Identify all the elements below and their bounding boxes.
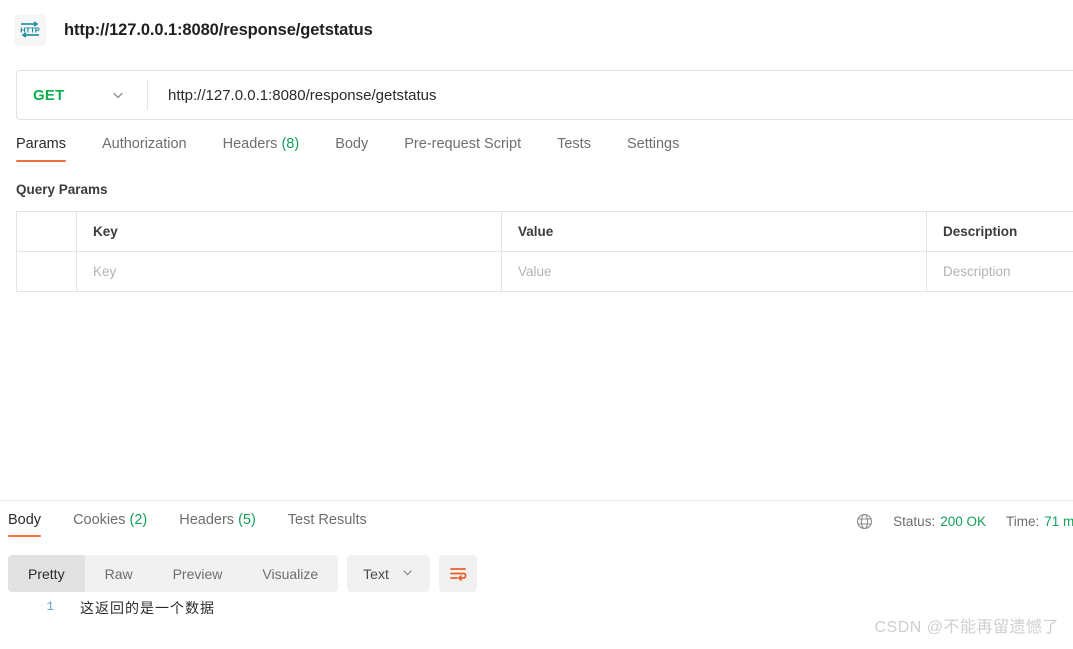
window-titlebar: HTTP http://127.0.0.1:8080/response/gets… xyxy=(0,0,1073,60)
query-params-table: Key Value Description Key Value Descript… xyxy=(16,211,1073,292)
tab-authorization[interactable]: Authorization xyxy=(84,136,205,164)
tab-response-body[interactable]: Body xyxy=(8,512,57,539)
tab-pre-request-script-label: Pre-request Script xyxy=(404,136,522,152)
tab-tests[interactable]: Tests xyxy=(539,136,609,164)
request-url-input[interactable] xyxy=(148,71,1073,119)
response-tabs: Body Cookies (2) Headers (5) Test Result… xyxy=(8,512,383,539)
response-body-text[interactable]: 这返回的是一个数据 xyxy=(80,598,215,618)
tab-tests-label: Tests xyxy=(557,136,591,152)
row-value-input[interactable]: Value xyxy=(501,251,927,292)
line-number: 1 xyxy=(46,600,54,614)
table-header-row: Key Value Description xyxy=(16,211,1073,252)
tab-body-label: Body xyxy=(335,136,369,152)
tab-test-results-label: Test Results xyxy=(287,512,367,528)
tab-test-results[interactable]: Test Results xyxy=(272,512,383,539)
view-mode-preview[interactable]: Preview xyxy=(153,555,243,592)
globe-icon xyxy=(856,513,873,530)
tab-response-headers[interactable]: Headers (5) xyxy=(163,512,272,539)
response-status-block: Status: 200 OK Time: 71 ms xyxy=(856,513,1073,530)
tab-response-cookies[interactable]: Cookies (2) xyxy=(57,512,163,539)
view-mode-group: Pretty Raw Preview Visualize xyxy=(8,555,339,592)
table-row: Key Value Description xyxy=(16,251,1073,292)
word-wrap-icon[interactable] xyxy=(438,555,477,592)
status-badge: 200 OK xyxy=(940,514,986,529)
row-checkbox-cell[interactable] xyxy=(16,251,77,292)
view-mode-pretty[interactable]: Pretty xyxy=(8,555,85,592)
response-body-toolbar: Pretty Raw Preview Visualize Text xyxy=(8,555,477,592)
chevron-down-icon xyxy=(401,566,414,582)
http-method-label: GET xyxy=(33,86,65,104)
column-header-check xyxy=(16,211,77,252)
tab-headers[interactable]: Headers (8) xyxy=(205,136,318,164)
time-label: Time: xyxy=(1005,514,1040,529)
row-description-input[interactable]: Description xyxy=(926,251,1073,292)
view-mode-visualize[interactable]: Visualize xyxy=(242,555,338,592)
body-format-label: Text xyxy=(363,565,389,582)
response-body-content: 1 这返回的是一个数据 xyxy=(8,598,215,618)
time-value: 71 ms xyxy=(1044,514,1073,529)
tab-response-headers-count: (5) xyxy=(238,512,256,528)
request-url-bar: GET xyxy=(16,70,1073,120)
response-divider xyxy=(0,500,1073,501)
chevron-down-icon xyxy=(111,88,125,102)
tab-pre-request-script[interactable]: Pre-request Script xyxy=(386,136,539,164)
watermark: CSDN @不能再留遗憾了 xyxy=(874,619,1059,636)
status-label: Status: xyxy=(893,514,936,529)
tab-params-label: Params xyxy=(16,136,66,152)
svg-text:HTTP: HTTP xyxy=(20,26,40,35)
http-protocol-icon: HTTP xyxy=(14,14,46,46)
tab-response-body-label: Body xyxy=(8,512,42,528)
http-method-selector[interactable]: GET xyxy=(17,71,147,119)
tab-authorization-label: Authorization xyxy=(101,136,187,152)
tab-response-cookies-label: Cookies xyxy=(73,512,126,528)
tab-settings[interactable]: Settings xyxy=(609,136,697,164)
column-header-description: Description xyxy=(926,211,1073,252)
body-format-selector[interactable]: Text xyxy=(347,555,430,592)
view-mode-raw[interactable]: Raw xyxy=(85,555,153,592)
column-header-value: Value xyxy=(501,211,927,252)
row-key-input[interactable]: Key xyxy=(76,251,502,292)
query-params-title: Query Params xyxy=(16,182,108,197)
tab-settings-label: Settings xyxy=(626,136,680,152)
page-title: http://127.0.0.1:8080/response/getstatus xyxy=(64,20,373,39)
tab-params[interactable]: Params xyxy=(16,136,84,164)
request-tabs: Params Authorization Headers (8) Body Pr… xyxy=(16,136,697,164)
tab-response-headers-label: Headers xyxy=(179,512,235,528)
tab-headers-label: Headers xyxy=(222,136,278,152)
tab-headers-count: (8) xyxy=(281,136,300,152)
tab-body[interactable]: Body xyxy=(317,136,386,164)
tab-response-cookies-count: (2) xyxy=(129,512,148,528)
column-header-key: Key xyxy=(76,211,502,252)
